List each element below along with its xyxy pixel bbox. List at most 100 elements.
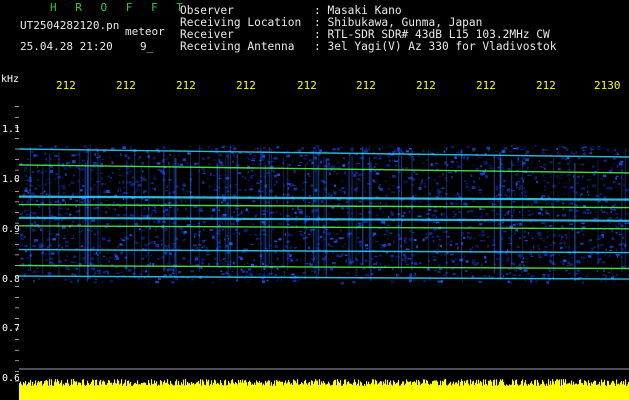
level-bar [278, 381, 280, 400]
noise-speck [437, 270, 441, 274]
level-bar [343, 383, 345, 400]
noise-speck [333, 191, 337, 195]
noise-speck [254, 233, 257, 236]
noise-speck [334, 194, 336, 196]
level-bar [87, 380, 89, 400]
noise-speck [454, 202, 458, 206]
level-bar [621, 380, 623, 400]
spectrogram-canvas[interactable] [19, 96, 629, 382]
level-bar [565, 379, 567, 400]
noise-speck [63, 166, 67, 170]
noise-speck [142, 229, 145, 232]
noise-speck [232, 242, 234, 245]
noise-speck [454, 157, 457, 160]
noise-speck [451, 260, 455, 263]
noise-speck [497, 223, 500, 225]
noise-speck [538, 248, 540, 251]
level-bar [164, 380, 166, 400]
noise-speck [508, 151, 513, 153]
noise-speck [289, 246, 292, 249]
noise-speck [601, 231, 605, 234]
noise-speck [251, 157, 256, 160]
level-bar [104, 381, 106, 400]
noise-speck [627, 274, 629, 276]
noise-speck [261, 229, 266, 232]
noise-speck [279, 212, 282, 216]
level-bar [132, 385, 134, 400]
noise-speck [372, 241, 374, 243]
noise-speck [557, 214, 560, 217]
noise-speck [471, 276, 474, 278]
level-bar [520, 384, 522, 400]
level-bar [144, 382, 146, 400]
noise-speck [205, 239, 207, 241]
noise-speck [26, 213, 28, 216]
noise-speck [93, 207, 97, 209]
noise-speck [205, 246, 208, 250]
noise-speck [153, 203, 155, 205]
noise-speck [373, 166, 376, 168]
noise-speck [358, 213, 362, 215]
noise-speck [19, 228, 21, 231]
noise-speck [45, 158, 48, 161]
noise-speck [506, 249, 509, 252]
noise-speck [566, 264, 570, 267]
level-bar [583, 384, 585, 400]
noise-speck [163, 274, 167, 276]
level-bar [332, 384, 334, 400]
noise-speck [33, 271, 35, 273]
level-bar [370, 384, 372, 400]
noise-speck [524, 191, 529, 193]
noise-speck [385, 194, 389, 197]
level-bar [257, 382, 259, 400]
noise-speck [50, 157, 52, 161]
level-bar [170, 380, 172, 400]
noise-speck [440, 280, 443, 283]
noise-speck [61, 199, 65, 202]
level-bar [462, 381, 464, 400]
noise-speck [114, 257, 117, 260]
level-bar [377, 384, 379, 400]
level-bar [441, 385, 443, 400]
noise-speck [533, 209, 535, 211]
noise-speck [535, 280, 538, 283]
noise-speck [561, 235, 564, 239]
noise-speck [556, 151, 559, 153]
level-bar [193, 382, 195, 400]
noise-speck [156, 162, 161, 165]
noise-speck [550, 254, 554, 257]
noise-speck [221, 201, 224, 204]
noise-speck [178, 245, 181, 248]
noise-speck [611, 237, 614, 240]
level-bar [611, 382, 613, 400]
noise-speck [559, 253, 561, 256]
noise-speck [219, 278, 221, 281]
level-bar [618, 383, 620, 400]
noise-speck [415, 173, 418, 176]
noise-speck [70, 238, 74, 239]
noise-speck [559, 182, 561, 184]
noise-speck [581, 256, 586, 260]
level-bar [167, 379, 169, 400]
noise-speck [542, 200, 544, 202]
noise-speck [25, 226, 28, 229]
noise-speck [599, 192, 602, 196]
noise-speck [600, 209, 603, 211]
noise-speck [118, 181, 121, 184]
level-bar [383, 381, 385, 400]
noise-speck [437, 280, 441, 283]
level-bar [203, 381, 205, 400]
noise-speck [107, 271, 109, 275]
noise-speck [563, 245, 567, 249]
level-bar [231, 380, 233, 400]
noise-speck [389, 232, 393, 234]
noise-speck [475, 244, 479, 248]
level-bar [178, 380, 180, 400]
noise-speck [549, 176, 552, 179]
level-bar [198, 380, 200, 400]
noise-speck [50, 165, 53, 168]
level-bar [420, 385, 422, 400]
noise-speck [320, 160, 322, 163]
noise-speck [437, 190, 442, 194]
noise-speck [478, 156, 482, 159]
